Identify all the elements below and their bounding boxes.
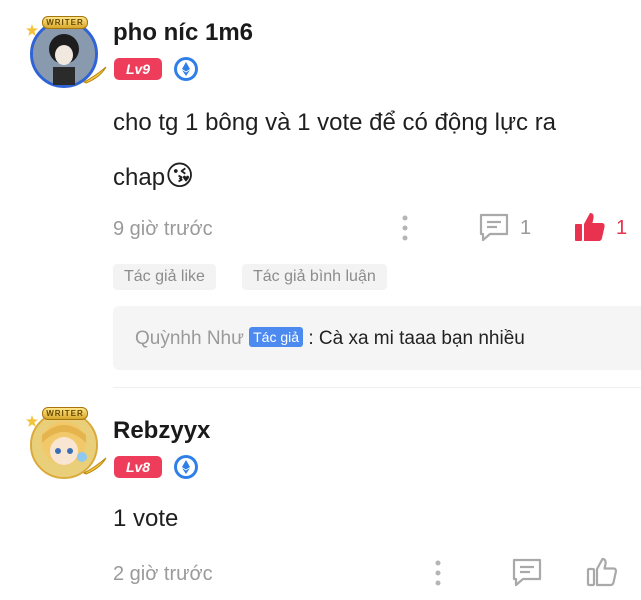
writer-badge: WRITER xyxy=(42,407,88,420)
reply-separator: : xyxy=(303,328,319,349)
tag-author-replied: Tác giả bình luận xyxy=(242,264,387,290)
star-icon xyxy=(26,415,38,427)
username[interactable]: Rebzyyx xyxy=(113,417,210,445)
author-tag-badge: Tác giả xyxy=(249,327,304,347)
comment-text: cho tg 1 bông và 1 vote để có động lực r… xyxy=(113,109,557,136)
timestamp: 9 giờ trước xyxy=(113,218,213,240)
divider xyxy=(113,387,641,388)
comment-icon[interactable] xyxy=(511,557,543,587)
writer-badge: WRITER xyxy=(42,16,88,29)
comment-icon xyxy=(479,213,509,242)
more-vertical-icon[interactable] xyxy=(433,558,443,588)
quill-icon xyxy=(82,66,107,84)
level-badge: Lv8 xyxy=(114,456,162,478)
reply-author[interactable]: Quỳnhh Như xyxy=(135,328,244,349)
quill-icon xyxy=(82,457,107,475)
comment-text: 1 vote xyxy=(113,505,179,532)
more-vertical-icon[interactable] xyxy=(400,213,410,243)
tag-author-liked: Tác giả like xyxy=(113,264,216,290)
reply-line: Quỳnhh Như Tác giả : Cà xa mi taaa bạn n… xyxy=(135,327,525,350)
avatar[interactable]: WRITER xyxy=(26,16,107,88)
reply-message: Cà xa mi taaa bạn nhiều xyxy=(318,328,525,349)
star-icon xyxy=(26,24,38,36)
ethereum-badge-icon xyxy=(174,455,198,479)
comment-text: chap😘 xyxy=(113,159,194,192)
emoji: 😘 xyxy=(165,160,195,191)
reply-count: 1 xyxy=(520,217,532,239)
username[interactable]: pho níc 1m6 xyxy=(113,19,253,47)
timestamp: 2 giờ trước xyxy=(113,563,213,585)
reply-button[interactable]: 1 xyxy=(478,212,538,244)
ethereum-badge-icon xyxy=(174,57,198,81)
thumbs-up-icon xyxy=(575,213,605,241)
author-reply[interactable]: Quỳnhh Như Tác giả : Cà xa mi taaa bạn n… xyxy=(113,306,641,370)
comment-text-line: chap xyxy=(113,164,166,191)
avatar[interactable]: WRITER xyxy=(26,407,107,479)
like-button[interactable]: 1 xyxy=(574,211,634,245)
thumbs-up-icon[interactable] xyxy=(586,556,618,588)
level-badge: Lv9 xyxy=(114,58,162,80)
like-count: 1 xyxy=(616,217,628,239)
